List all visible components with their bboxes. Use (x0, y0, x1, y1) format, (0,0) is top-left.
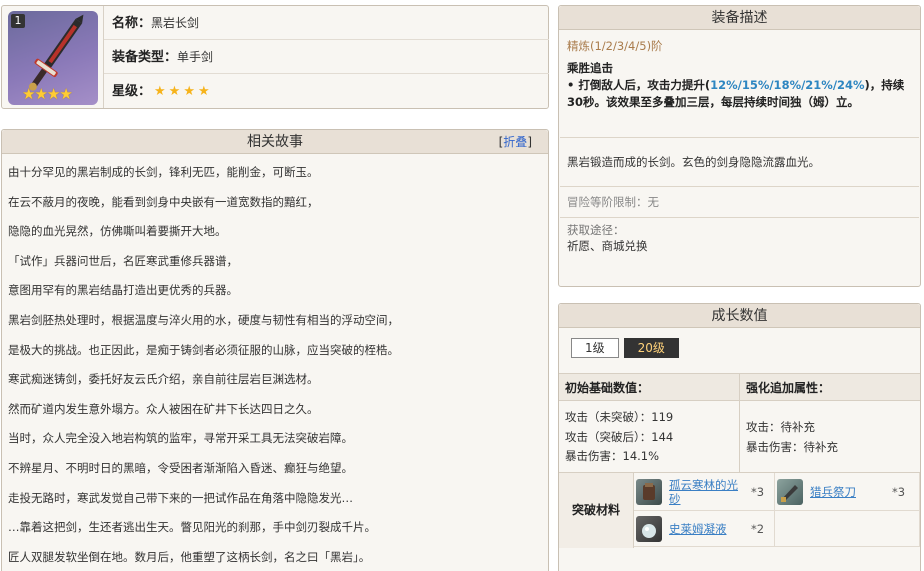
base-stats: 攻击（未突破）：119 攻击（突破后）：144 暴击伤害：14.1% (559, 401, 739, 472)
obtain-value: 祈愿、商城兑换 (567, 239, 648, 253)
skill-name: 乘胜追击 (567, 61, 613, 75)
story-line: 黑岩剑胚热处理时，根据温度与淬火用的水，硬度与韧性有相当的浮动空间， (8, 312, 399, 327)
weapon-name: 黑岩长剑 (151, 16, 200, 30)
story-line: 不辨星月、不明时日的黑暗，令受困者渐渐陷入昏迷、癫狂与绝望。 (8, 460, 353, 475)
fold-toggle[interactable]: [折叠] (499, 130, 532, 154)
fold-link[interactable]: 折叠 (503, 135, 527, 149)
material-qty: *2 (751, 521, 765, 536)
material-qty: *3 (751, 484, 765, 499)
story-line: …靠着这把剑，生还者逃出生天。瞥见阳光的刹那，手中剑刃裂成千片。 (8, 520, 376, 535)
bonus-stats: 攻击：待补充 暴击伤害：待补充 (739, 401, 920, 472)
material-item: 猎兵祭刀 *3 (775, 473, 920, 511)
story-line: 「试作」兵器问世后，名匠寒武重修兵器谱， (8, 253, 238, 268)
star-icon: ★ (183, 84, 195, 99)
weapon-info-panel: 1 ★★★★ 名称：黑岩长剑 装备类型：单手剑 星级： ★ ★ ★ ★ (1, 5, 549, 109)
story-panel: 相关故事 [折叠] 由十分罕见的黑岩制成的长剑，锋利无匹，能削金，可断玉。 在云… (1, 129, 549, 571)
story-line: 意图用罕有的黑岩结晶打造出更优秀的兵器。 (8, 283, 238, 298)
star-icon: ★ (168, 84, 181, 99)
slime-material-icon[interactable] (636, 515, 662, 542)
weapon-thumbnail[interactable]: 1 ★★★★ (8, 11, 98, 105)
rarity-label: 星级： (112, 84, 152, 99)
material-empty-cell (775, 511, 920, 547)
star-icon: ★ (154, 84, 166, 99)
material-item: 史莱姆凝液 *2 (634, 511, 775, 547)
story-text: 由十分罕见的黑岩制成的长剑，锋利无匹，能削金，可断玉。 在云不蔽月的夜晚，能看到… (2, 154, 548, 571)
info-row-rarity: 星级： ★ ★ ★ ★ (104, 74, 549, 108)
materials-label: 突破材料 (559, 473, 634, 548)
stat-value: 攻击（突破后）：144 (565, 429, 674, 444)
story-line: 匠人双腿发软坐倒在地。数月后，他重塑了这柄长剑，名之曰「黑岩」。 (8, 549, 371, 564)
story-line: 然而矿道内发生意外塌方。众人被困在矿井下长达四日之久。 (8, 401, 319, 416)
base-stats-header: 初始基础数值： (565, 381, 650, 395)
material-link[interactable]: 猎兵祭刀 (810, 485, 886, 499)
story-line: 当时，众人完全没入地岩构筑的监牢，寻常开采工具无法突破岩障。 (8, 431, 353, 446)
description-panel: 装备描述 精炼(1/2/3/4/5)阶 乘胜追击 • 打倒敌人后，攻击力提升(1… (558, 5, 921, 287)
refine-levels: 精炼(1/2/3/4/5)阶 (567, 39, 663, 53)
stats-table: 初始基础数值： 强化追加属性： 攻击（未突破）：119 攻击（突破后）：144 … (559, 373, 920, 548)
skill-effect: • 打倒敌人后，攻击力提升(12%/15%/18%/21%/24%)，持续30秒… (567, 78, 905, 109)
skill-values: 12%/15%/18%/21%/24% (710, 78, 865, 92)
obtain-info: 获取途径： 祈愿、商城兑换 (559, 218, 920, 258)
knife-material-icon[interactable] (777, 478, 803, 505)
level-button-20[interactable]: 20级 (623, 338, 679, 358)
story-line: 在云不蔽月的夜晚，能看到剑身中央嵌有一道宽数指的黯红， (8, 194, 319, 209)
name-label: 名称： (112, 16, 152, 31)
info-row-type: 装备类型：单手剑 (104, 40, 549, 74)
desc-title: 装备描述 (711, 10, 768, 26)
sand-material-icon[interactable] (636, 478, 662, 505)
growth-panel: 成长数值 1级 20级 初始基础数值： 强化追加属性： 攻击（未突破）：119 攻… (558, 303, 921, 571)
level-button-1[interactable]: 1级 (571, 338, 619, 358)
level-switcher: 1级 20级 (559, 328, 920, 362)
stat-value: 暴击伤害：待补充 (746, 439, 838, 454)
obtain-label: 获取途径： (567, 223, 625, 237)
stats-body-row: 攻击（未突破）：119 攻击（突破后）：144 暴击伤害：14.1% 攻击：待补… (559, 401, 920, 473)
stat-value: 暴击伤害：14.1% (565, 449, 660, 463)
info-row-name: 名称：黑岩长剑 (104, 6, 549, 40)
flavor-text: 黑岩锻造而成的长剑。玄色的剑身隐隐流露血光。 (567, 155, 820, 169)
weapon-type: 单手剑 (177, 50, 214, 64)
story-header: 相关故事 [折叠] (2, 130, 548, 154)
rarity-stars: ★★★★ (22, 85, 73, 103)
stat-value: 攻击（未突破）：119 (565, 410, 674, 424)
material-item: 孤云寒林的光砂 *3 (634, 473, 775, 511)
materials-row: 突破材料 孤云寒林的光砂 *3 猎兵祭刀 *3 史莱姆凝液 *2 (559, 473, 920, 548)
stats-header-row: 初始基础数值： 强化追加属性： (559, 373, 920, 401)
desc-header: 装备描述 (559, 6, 920, 30)
story-line: 走投无路时，寒武发觉自己带下来的一把试作品在角落中隐隐发光… (8, 490, 353, 505)
rank-limit: 冒险等阶限制：无 (567, 195, 659, 209)
story-line: 由十分罕见的黑岩制成的长剑，锋利无匹，能削金，可断玉。 (8, 165, 319, 179)
bonus-stats-header: 强化追加属性： (739, 374, 920, 400)
skill-block: 乘胜追击 • 打倒敌人后，攻击力提升(12%/15%/18%/21%/24%)，… (559, 54, 920, 137)
materials-grid: 孤云寒林的光砂 *3 猎兵祭刀 *3 史莱姆凝液 *2 (634, 473, 920, 548)
story-line: 是极大的挑战。也正因此，是痴于铸剑者必须征服的山脉，应当突破的桎梏。 (8, 342, 399, 357)
story-line: 隐隐的血光晃然，仿佛嘶叫着要撕开大地。 (8, 224, 227, 239)
story-line: 寒武痴迷铸剑，委托好友云氏介绍，亲自前往层岩巨渊选材。 (8, 372, 319, 387)
stat-value: 攻击：待补充 (746, 420, 815, 434)
material-link[interactable]: 史莱姆凝液 (669, 522, 745, 536)
star-icon: ★ (197, 84, 210, 99)
story-title: 相关故事 (247, 134, 303, 150)
type-label: 装备类型： (112, 50, 178, 65)
growth-header: 成长数值 (559, 304, 920, 328)
material-link[interactable]: 孤云寒林的光砂 (669, 478, 745, 506)
growth-title: 成长数值 (711, 308, 768, 324)
material-qty: *3 (892, 484, 906, 499)
